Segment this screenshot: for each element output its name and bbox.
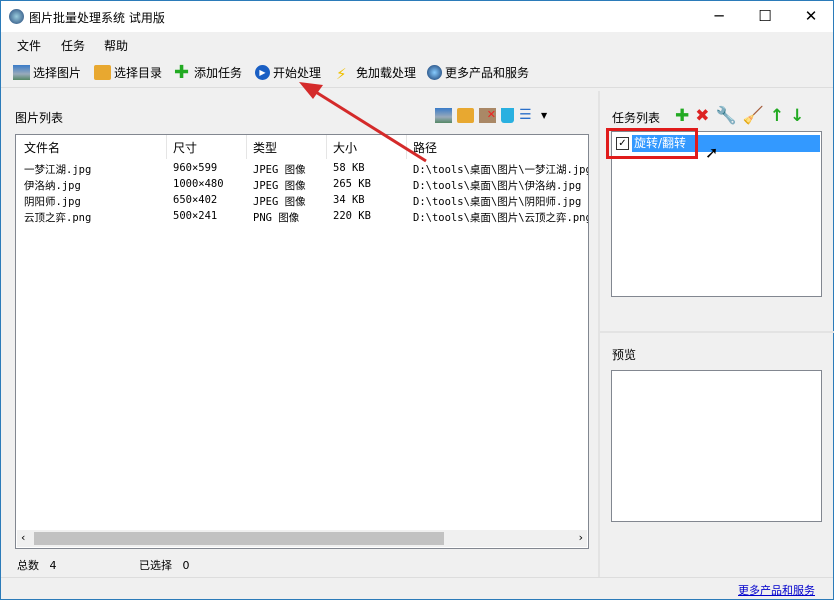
broom-icon[interactable]: 🧹 — [743, 106, 764, 126]
play-icon: ▶ — [255, 65, 270, 80]
wrench-icon[interactable]: 🔧 — [716, 106, 737, 126]
add-task-button[interactable]: ✚添加任务 — [174, 64, 242, 81]
column-header-type[interactable]: 类型 — [253, 139, 277, 156]
list-view-icon[interactable]: ☰ — [519, 108, 536, 123]
cell: 云顶之弈.png — [24, 210, 91, 225]
selected-count: 已选择 0 — [139, 557, 190, 573]
image-list-title: 图片列表 — [15, 109, 63, 126]
cell: JPEG 图像 — [253, 194, 306, 209]
add-folder-icon[interactable] — [457, 108, 474, 123]
column-header-size[interactable]: 尺寸 — [173, 139, 197, 156]
remove-image-icon[interactable]: ✕ — [479, 108, 496, 123]
label: 更多产品和服务 — [445, 64, 529, 81]
move-up-icon[interactable]: ↑ — [770, 106, 784, 126]
total-value: 4 — [50, 559, 57, 572]
cell: JPEG 图像 — [253, 178, 306, 193]
cell: 一梦江湖.jpg — [24, 162, 91, 177]
column-header-name[interactable]: 文件名 — [24, 139, 60, 156]
task-toolbar: ✚ ✖ 🔧 🧹 ↑ ↓ — [675, 106, 804, 126]
cell: JPEG 图像 — [253, 162, 306, 177]
scrollbar-thumb[interactable] — [34, 532, 444, 545]
cell: D:\tools\桌面\图片\一梦江湖.jpg — [413, 162, 589, 177]
annotation-arrow — [291, 79, 431, 164]
highlight-box — [606, 128, 698, 159]
preview-title: 预览 — [612, 346, 636, 363]
label: 添加任务 — [194, 64, 242, 81]
menu-help[interactable]: 帮助 — [104, 37, 128, 54]
select-folder-button[interactable]: 选择目录 — [94, 64, 162, 81]
close-button[interactable]: ✕ — [788, 1, 834, 32]
label: 选择目录 — [114, 64, 162, 81]
horizontal-scrollbar[interactable]: ‹ › — [17, 530, 587, 547]
image-icon — [13, 65, 30, 80]
plus-icon: ✚ — [174, 65, 191, 80]
cell: 265 KB — [333, 178, 371, 190]
lightning-icon: ⚡ — [336, 65, 353, 80]
cell: 阴阳师.jpg — [24, 194, 81, 209]
cell: PNG 图像 — [253, 210, 299, 225]
cell: 1000×480 — [173, 178, 224, 190]
scroll-left-icon[interactable]: ‹ — [21, 531, 25, 544]
cell: 650×402 — [173, 194, 217, 206]
add-image-icon[interactable] — [435, 108, 452, 123]
selected-label: 已选择 — [139, 559, 172, 572]
menu-task[interactable]: 任务 — [61, 37, 85, 54]
app-icon — [9, 9, 24, 24]
image-table: 文件名 尺寸 类型 大小 路径 一梦江湖.jpg960×599JPEG 图像58… — [15, 134, 589, 549]
selected-value: 0 — [183, 559, 190, 572]
cell: 伊洛纳.jpg — [24, 178, 81, 193]
list-toolbar: ✕ ☰ ▼ — [435, 108, 547, 123]
add-task-icon[interactable]: ✚ — [675, 106, 689, 126]
preview-area — [611, 370, 822, 522]
cell: 220 KB — [333, 210, 371, 222]
mouse-cursor-icon: ➚ — [705, 143, 718, 162]
cell: 500×241 — [173, 210, 217, 222]
title-bar: 图片批量处理系统 试用版 ─ ☐ ✕ — [1, 1, 833, 32]
move-down-icon[interactable]: ↓ — [790, 106, 804, 126]
cell: D:\tools\桌面\图片\阴阳师.jpg — [413, 194, 581, 209]
select-image-button[interactable]: 选择图片 — [13, 64, 81, 81]
cell: D:\tools\桌面\图片\云顶之弈.png — [413, 210, 589, 225]
splitter-horizontal[interactable] — [599, 331, 834, 333]
folder-icon — [94, 65, 111, 80]
more-products-button[interactable]: 更多产品和服务 — [427, 64, 529, 81]
cell: D:\tools\桌面\图片\伊洛纳.jpg — [413, 178, 581, 193]
delete-task-icon[interactable]: ✖ — [695, 106, 709, 126]
window-title: 图片批量处理系统 试用版 — [29, 9, 165, 26]
dropdown-icon[interactable]: ▼ — [541, 108, 547, 123]
splitter[interactable] — [598, 91, 600, 577]
maximize-button[interactable]: ☐ — [742, 1, 788, 32]
menu-file[interactable]: 文件 — [17, 37, 41, 54]
more-products-link[interactable]: 更多产品和服务 — [738, 582, 815, 598]
menu-bar: 文件 任务 帮助 — [1, 32, 833, 58]
scroll-right-icon[interactable]: › — [579, 531, 583, 544]
globe-icon — [427, 65, 442, 80]
cell: 34 KB — [333, 194, 365, 206]
total-label: 总数 — [17, 559, 39, 572]
label: 选择图片 — [33, 64, 81, 81]
total-count: 总数 4 — [17, 557, 57, 573]
trash-icon[interactable] — [501, 108, 514, 123]
minimize-button[interactable]: ─ — [696, 1, 742, 32]
cell: 960×599 — [173, 162, 217, 174]
task-list-title: 任务列表 — [612, 109, 660, 126]
